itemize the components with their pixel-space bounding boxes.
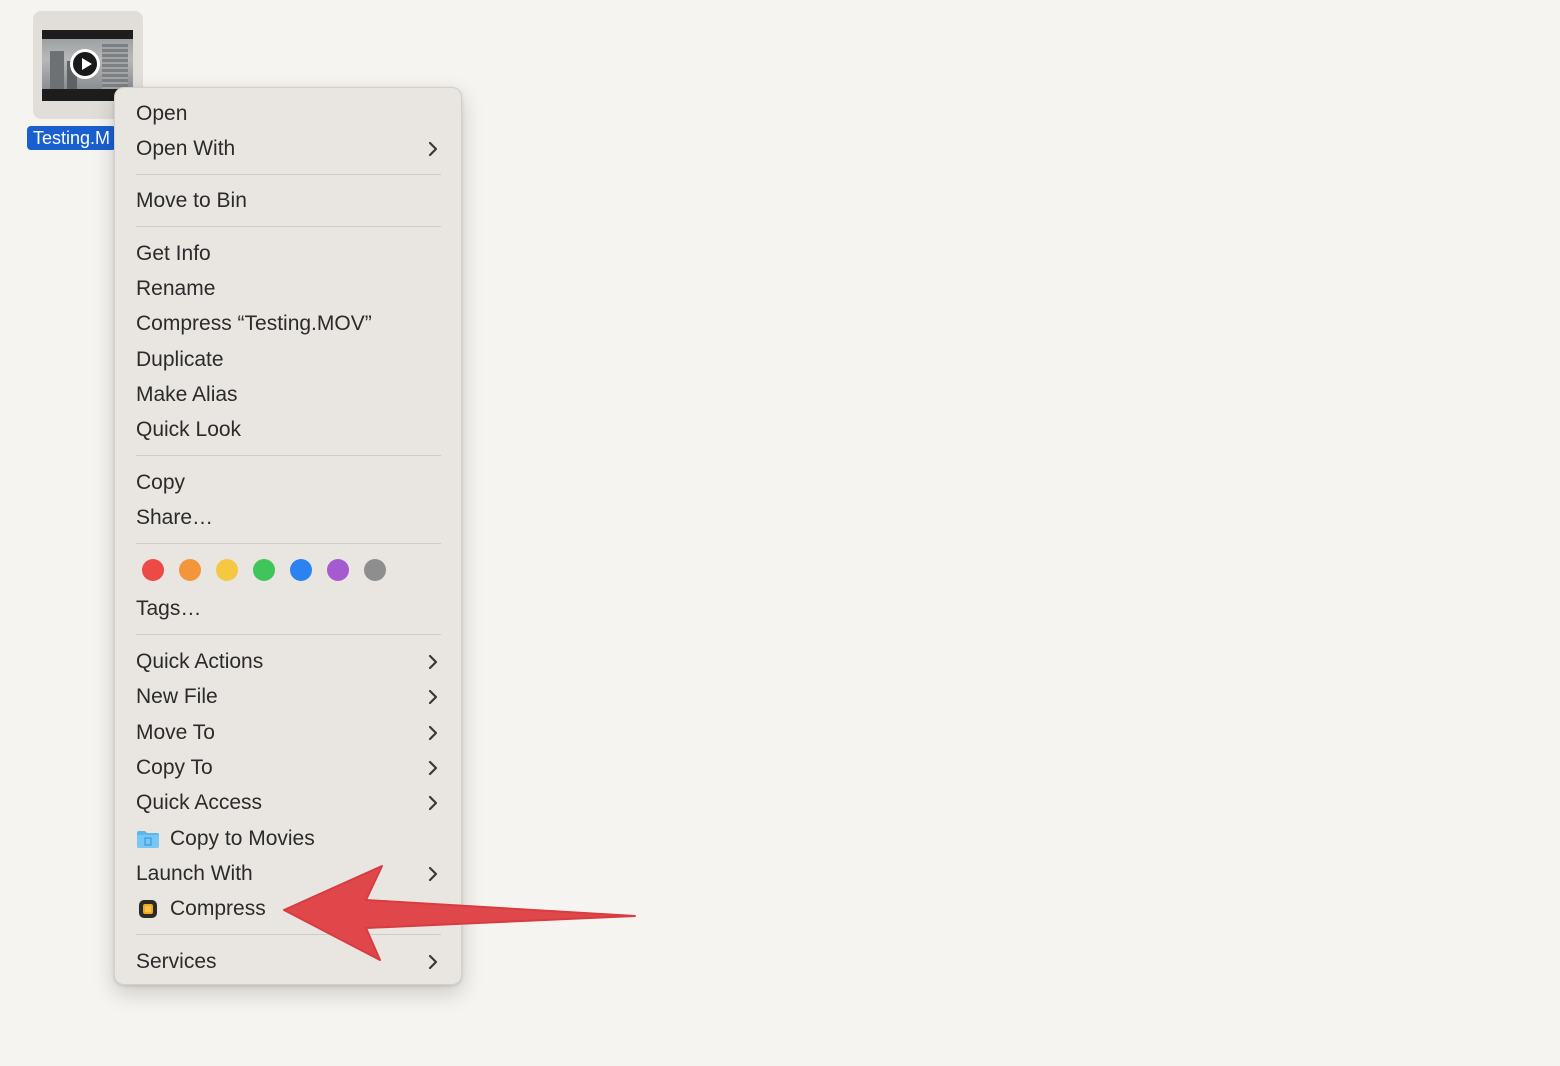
menu-item-label: Quick Access [136,791,263,814]
menu-item-label: Copy to Movies [170,827,315,850]
menu-item-open-with[interactable]: Open With [136,134,442,164]
menu-item-label: Get Info [136,242,211,265]
menu-item-label: Move To [136,721,215,744]
menu-item-label: Move to Bin [136,189,247,212]
play-icon [70,49,100,79]
menu-item-get-info[interactable]: Get Info [136,239,442,269]
tag-red[interactable] [142,559,164,581]
menu-separator [136,634,441,635]
menu-item-label: Quick Look [136,418,242,441]
menu-item-label: New File [136,685,218,708]
tag-green[interactable] [253,559,275,581]
menu-separator [136,226,441,227]
menu-item-label: Tags… [136,597,202,620]
menu-item-rename[interactable]: Rename [136,274,442,304]
menu-item-quick-actions[interactable]: Quick Actions [136,647,442,677]
menu-separator [136,543,441,544]
menu-item-duplicate[interactable]: Duplicate [136,345,442,375]
menu-item-copy-to[interactable]: Copy To [136,753,442,783]
menu-item-copy-to-movies[interactable]: Copy to Movies [136,824,442,854]
chevron-right-icon [424,139,442,159]
menu-item-open[interactable]: Open [136,99,442,129]
tag-blue[interactable] [290,559,312,581]
menu-item-label: Copy To [136,756,213,779]
compress-app-icon [136,898,160,920]
context-menu: Open Open With Move to Bin Get Info Rena… [114,87,462,985]
menu-item-new-file[interactable]: New File [136,682,442,712]
menu-item-share[interactable]: Share… [136,503,442,533]
chevron-right-icon [424,687,442,707]
chevron-right-icon [424,652,442,672]
menu-item-move-to-bin[interactable]: Move to Bin [136,186,442,216]
menu-item-make-alias[interactable]: Make Alias [136,380,442,410]
menu-separator [136,455,441,456]
menu-item-label: Rename [136,277,216,300]
menu-item-copy[interactable]: Copy [136,468,442,498]
chevron-right-icon [424,793,442,813]
menu-item-label: Open [136,102,188,125]
tag-purple[interactable] [327,559,349,581]
annotation-arrow-icon [283,865,636,961]
folder-icon [136,828,160,850]
file-name-label[interactable]: Testing.M [27,126,117,150]
menu-item-quick-look[interactable]: Quick Look [136,415,442,445]
menu-item-label: Compress “Testing.MOV” [136,312,372,335]
tag-orange[interactable] [179,559,201,581]
chevron-right-icon [424,723,442,743]
menu-item-tags[interactable]: Tags… [136,594,442,624]
menu-item-label: Make Alias [136,383,238,406]
menu-separator [136,174,441,175]
menu-item-label: Open With [136,137,236,160]
tag-yellow[interactable] [216,559,238,581]
menu-item-label: Duplicate [136,348,224,371]
menu-item-label: Copy [136,471,186,494]
menu-item-compress-file[interactable]: Compress “Testing.MOV” [136,309,442,339]
menu-item-move-to[interactable]: Move To [136,718,442,748]
tag-gray[interactable] [364,559,386,581]
menu-item-quick-access[interactable]: Quick Access [136,788,442,818]
chevron-right-icon [424,758,442,778]
menu-item-label: Quick Actions [136,650,264,673]
tag-color-row [142,559,402,581]
menu-item-label: Share… [136,506,214,529]
